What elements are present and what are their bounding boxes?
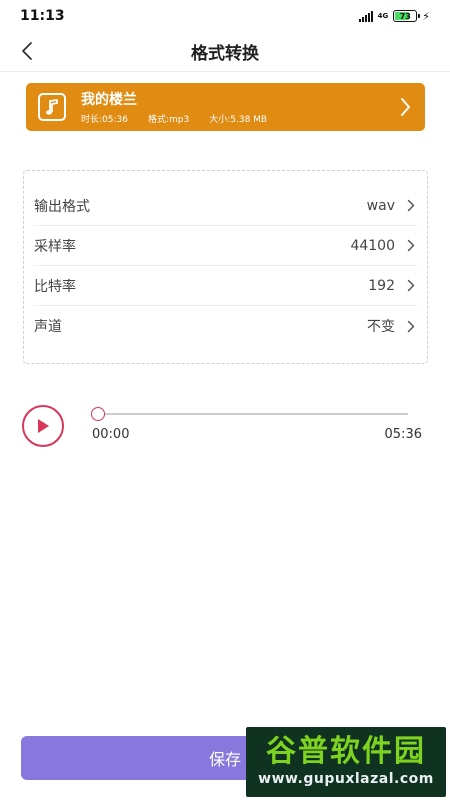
watermark-url: www.gupuxlazal.com (258, 771, 434, 787)
setting-bitrate[interactable]: 比特率 192 (34, 266, 417, 306)
chevron-right-icon (405, 239, 417, 253)
setting-value: 192 (368, 277, 395, 294)
audio-player: 00:00 05:36 (22, 405, 422, 450)
setting-value: wav (366, 197, 395, 214)
setting-right: 不变 (367, 316, 417, 336)
setting-output-format[interactable]: 输出格式 wav (34, 186, 417, 226)
song-size: 大小:5.38 MB (209, 115, 268, 125)
total-time: 05:36 (384, 427, 422, 442)
header: 格式转换 (0, 32, 450, 72)
setting-label: 输出格式 (34, 198, 90, 215)
setting-value: 44100 (350, 237, 395, 254)
charging-icon: ⚡ (422, 9, 430, 23)
signal-icon (358, 10, 373, 22)
setting-right: 192 (368, 278, 417, 294)
status-bar: 11:13 4G 73 ⚡ (0, 0, 450, 32)
chevron-right-icon (395, 97, 415, 117)
song-info: 我的楼兰 时长:05:36 格式:mp3 大小:5.38 MB (81, 89, 395, 125)
song-card[interactable]: 我的楼兰 时长:05:36 格式:mp3 大小:5.38 MB (26, 83, 425, 131)
play-button[interactable] (22, 405, 64, 447)
setting-right: wav (367, 198, 417, 214)
setting-channel[interactable]: 声道 不变 (34, 306, 417, 346)
song-name: 我的楼兰 (81, 92, 137, 108)
play-icon (38, 419, 49, 433)
setting-label: 声道 (34, 319, 62, 335)
chevron-right-icon (405, 319, 417, 333)
status-time: 11:13 (20, 8, 65, 24)
setting-label: 采样率 (34, 238, 76, 255)
chevron-right-icon (405, 199, 417, 213)
song-meta: 时长:05:36 格式:mp3 大小:5.38 MB (81, 112, 395, 125)
music-note-icon (38, 93, 66, 121)
settings-panel: 输出格式 wav 采样率 44100 比特率 192 声道 不变 (23, 170, 428, 364)
battery-level: 73 (399, 11, 411, 21)
song-duration: 时长:05:36 (81, 115, 128, 125)
battery-icon: 73 (393, 10, 421, 22)
page-title: 格式转换 (191, 44, 259, 64)
back-button[interactable] (12, 36, 42, 66)
watermark: 谷普软件园 www.gupuxlazal.com (246, 727, 446, 797)
progress-track[interactable] (92, 413, 408, 415)
status-icons: 4G 73 ⚡ (358, 9, 430, 23)
setting-sample-rate[interactable]: 采样率 44100 (34, 226, 417, 266)
current-time: 00:00 (92, 427, 130, 442)
song-format: 格式:mp3 (147, 115, 190, 125)
progress-thumb[interactable] (91, 407, 105, 421)
chevron-left-icon (22, 42, 32, 60)
setting-right: 44100 (350, 238, 417, 254)
setting-label: 比特率 (34, 278, 76, 295)
chevron-right-icon (405, 279, 417, 293)
format-convert-page: 11:13 4G 73 ⚡ 格式转换 我的楼兰 时长:05:36 格式:mp3 … (0, 0, 450, 800)
setting-value: 不变 (367, 319, 395, 335)
network-type: 4G (377, 11, 389, 20)
watermark-logo: 谷普软件园 (266, 734, 426, 769)
